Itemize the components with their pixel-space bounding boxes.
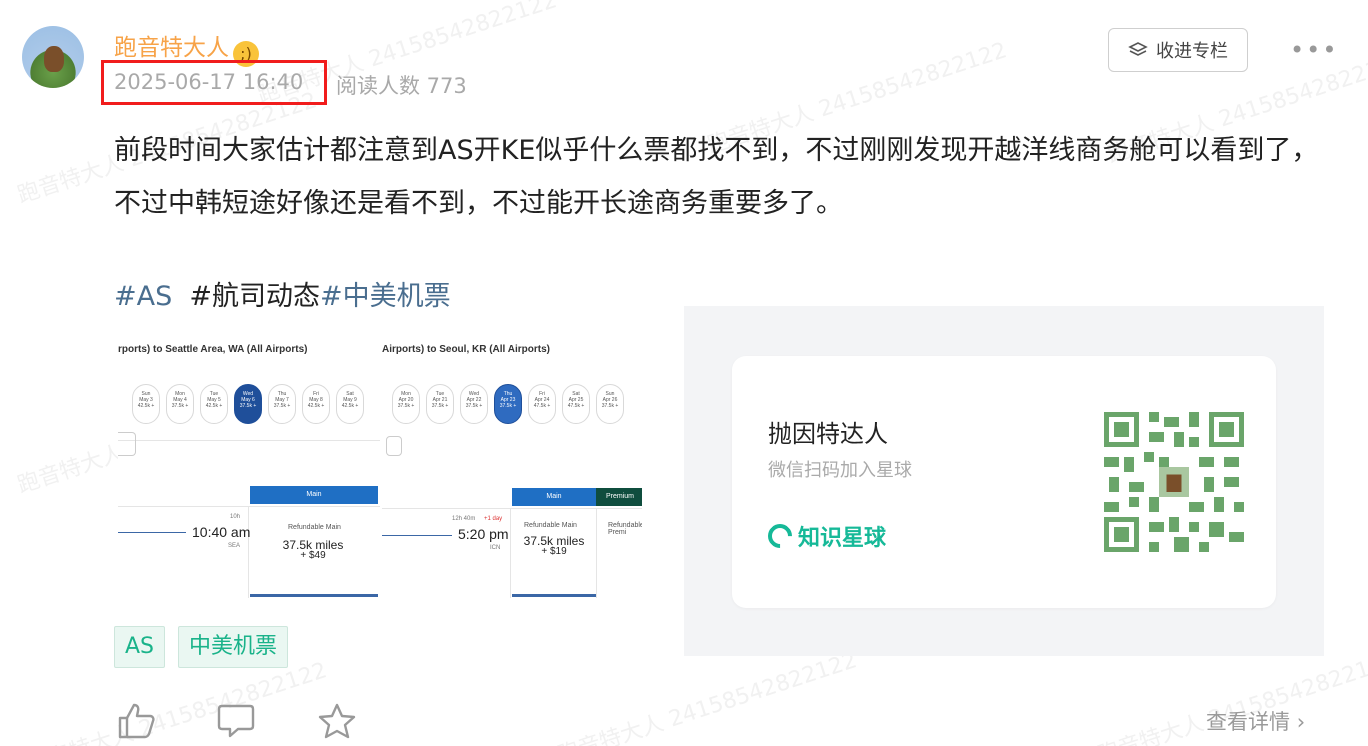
- arrival-time: 10:40 am: [192, 524, 251, 540]
- flight-duration: 10h: [230, 514, 241, 520]
- author-name-text[interactable]: 跑音特大人: [114, 35, 229, 61]
- day-option: Wed Apr 22 37.5k +: [460, 384, 488, 424]
- planet-name: 抛因特达人: [768, 420, 888, 448]
- main-tab: Main: [250, 486, 378, 504]
- flight-line: [118, 532, 186, 533]
- topic-tag[interactable]: 中美机票: [178, 626, 289, 668]
- dropdown-chevron-icon: [118, 432, 136, 456]
- day-option: Thu May 7 37.5k +: [268, 384, 296, 424]
- hashtag[interactable]: #中美机票: [320, 281, 451, 312]
- route-title: rports) to Seattle Area, WA (All Airport…: [118, 344, 308, 355]
- day-option: Mon May 4 37.5k +: [166, 384, 194, 424]
- star-icon[interactable]: [316, 702, 358, 740]
- plus-day: +1 day: [484, 516, 503, 522]
- qr-code-icon: [1104, 412, 1244, 552]
- collect-label: 收进专栏: [1156, 41, 1228, 62]
- avatar[interactable]: [22, 26, 84, 88]
- main-tab: Main: [512, 488, 596, 506]
- day-option: Sat Apr 25 47.5k +: [562, 384, 590, 424]
- premium-tab: Premium: [596, 488, 642, 506]
- post-date: 2025-06-17 16:40: [114, 70, 304, 94]
- view-detail-label: 查看详情: [1206, 710, 1290, 734]
- day-option: Sat May 9 42.5k +: [336, 384, 364, 424]
- fare-label: Refundable Main: [524, 522, 577, 529]
- hashtag-row: #AS #航司动态#中美机票: [114, 274, 451, 313]
- day-option: Mon Apr 20 37.5k +: [392, 384, 420, 424]
- flight-search-image[interactable]: rports) to Seattle Area, WA (All Airport…: [118, 336, 642, 598]
- day-selector: Mon Apr 20 37.5k + Tue Apr 21 37.5k + Wed Apr…: [392, 384, 624, 424]
- selected-underline: [250, 594, 378, 597]
- day-option-selected: Thu Apr 23 37.5k +: [494, 384, 522, 424]
- day-option: Sun Apr 26 37.5k +: [596, 384, 624, 424]
- seoul-search-panel: Airports) to Seoul, KR (All Airports) Mo…: [382, 336, 642, 598]
- comment-icon[interactable]: [216, 702, 256, 740]
- fare-label-premium: Refundable Premi: [608, 522, 642, 536]
- watermark: 跑音特大人 24158542822122: [554, 648, 860, 746]
- like-icon[interactable]: [116, 702, 158, 740]
- arrival-airport: ICN: [490, 545, 501, 551]
- hashtag[interactable]: #航司动态: [189, 281, 320, 312]
- read-count: 阅读人数 773: [336, 74, 467, 98]
- flight-duration: 12h 40m: [452, 516, 476, 522]
- topic-tag[interactable]: AS: [114, 626, 166, 668]
- fare-fee: + $19: [541, 546, 567, 557]
- more-options-icon[interactable]: •••: [1290, 36, 1338, 64]
- chevron-right-icon: ›: [1296, 710, 1306, 734]
- day-option: Fri May 8 42.5k +: [302, 384, 330, 424]
- zsxq-brand-text: 知识星球: [798, 526, 887, 551]
- day-option: Tue May 5 42.5k +: [200, 384, 228, 424]
- fare-fee: + $49: [300, 550, 326, 561]
- arrival-time: 5:20 pm: [458, 526, 509, 542]
- selected-underline: [512, 594, 596, 597]
- day-selector: Sun May 3 42.5k + Mon May 4 37.5k + Tue May 5…: [132, 384, 364, 424]
- seattle-search-panel: rports) to Seattle Area, WA (All Airport…: [118, 336, 380, 598]
- day-option-selected: Wed May 6 37.5k +: [234, 384, 262, 424]
- collect-to-column-button[interactable]: 收进专栏: [1108, 28, 1248, 72]
- planet-hint: 微信扫码加入星球: [768, 460, 912, 481]
- post-body: 前段时间大家估计都注意到AS开KE似乎什么票都找不到，不过刚刚发现开越洋线商务舱…: [114, 135, 1319, 219]
- day-option: Tue Apr 21 37.5k +: [426, 384, 454, 424]
- dropdown-chevron-icon: [386, 436, 402, 456]
- hashtag[interactable]: #AS: [114, 281, 172, 312]
- flight-line: [382, 535, 452, 536]
- stack-icon: [1128, 42, 1148, 56]
- day-option: Fri Apr 24 47.5k +: [528, 384, 556, 424]
- arrival-airport: SEA: [228, 543, 241, 549]
- zsxq-logo-icon: [763, 519, 797, 553]
- zsxq-brand: 知识星球: [763, 519, 887, 553]
- fare-label: Refundable Main: [288, 524, 341, 531]
- route-title: Airports) to Seoul, KR (All Airports): [382, 344, 550, 355]
- view-detail-link[interactable]: 查看详情 ›: [1206, 706, 1305, 736]
- day-option: Sun May 3 42.5k +: [132, 384, 160, 424]
